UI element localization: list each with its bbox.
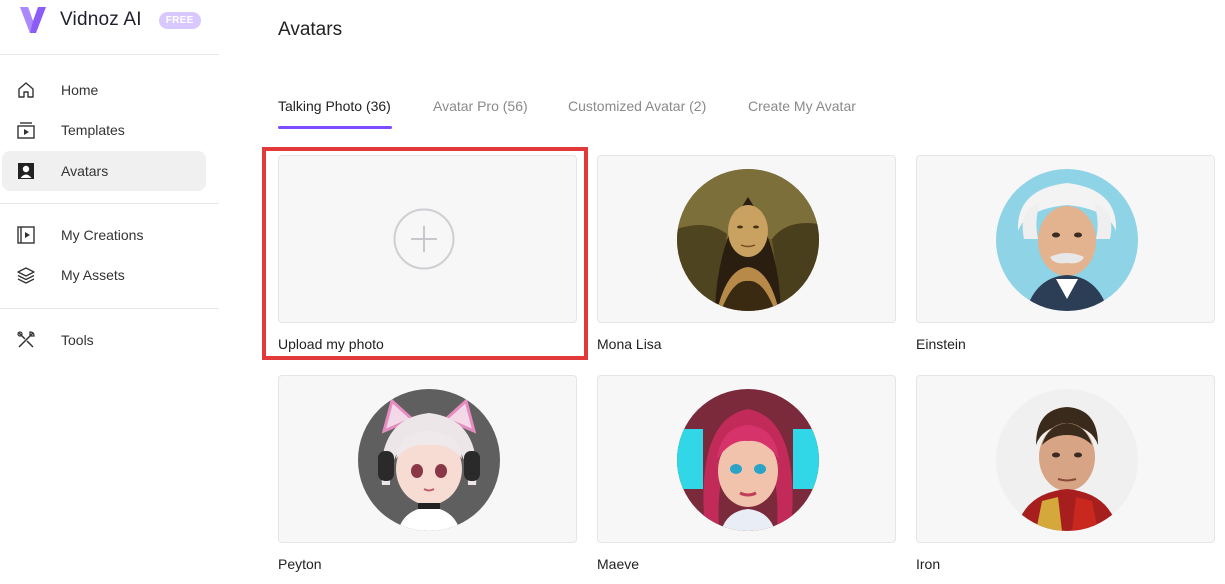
sidebar-item-avatars[interactable]: Avatars — [2, 151, 206, 191]
card-label: Mona Lisa — [597, 336, 662, 352]
einstein-portrait — [996, 169, 1138, 311]
templates-icon — [17, 122, 35, 139]
plan-badge: FREE — [158, 11, 201, 29]
avatar-card-frame — [278, 375, 577, 543]
active-tab-indicator — [278, 126, 392, 129]
avatar-image — [677, 169, 819, 311]
sidebar-item-tools[interactable]: Tools — [2, 320, 206, 360]
iron-portrait — [996, 389, 1138, 531]
brand[interactable]: Vidnoz AI FREE — [17, 4, 201, 36]
divider — [0, 308, 219, 309]
sidebar-item-home[interactable]: Home — [2, 70, 206, 110]
tab-customized-avatar[interactable]: Customized Avatar (2) — [568, 98, 706, 114]
sidebar-item-label: My Assets — [61, 267, 125, 283]
page-title: Avatars — [278, 19, 343, 40]
avatar-icon — [18, 163, 34, 179]
sidebar-item-my-creations[interactable]: My Creations — [2, 215, 206, 255]
card-label: Iron — [916, 556, 941, 572]
sidebar-item-my-assets[interactable]: My Assets — [2, 255, 206, 295]
tab-label: Talking Photo (36) — [278, 98, 391, 114]
avatar-image — [358, 389, 500, 531]
sidebar-item-label: Templates — [61, 122, 125, 138]
avatar-card-frame — [916, 375, 1215, 543]
tab-avatar-pro[interactable]: Avatar Pro (56) — [433, 98, 528, 114]
play-icon — [17, 226, 35, 244]
peyton-portrait — [358, 389, 500, 531]
tools-icon — [17, 331, 35, 348]
sidebar-item-label: Home — [61, 82, 99, 98]
card-label: Einstein — [916, 336, 966, 352]
sidebar: Vidnoz AI FREE Home Templates Avatars My… — [0, 0, 219, 584]
sidebar-item-label: Avatars — [61, 163, 109, 179]
avatar-image — [996, 389, 1138, 531]
avatar-image — [996, 169, 1138, 311]
sidebar-item-label: Tools — [61, 332, 94, 348]
home-icon — [18, 82, 34, 98]
avatar-card-frame — [916, 155, 1215, 323]
card-label: Peyton — [278, 556, 322, 572]
layers-icon — [17, 267, 35, 284]
avatar-card-frame — [597, 155, 896, 323]
tab-talking-photo[interactable]: Talking Photo (36) — [278, 98, 392, 129]
divider — [0, 54, 219, 55]
highlight-box — [262, 147, 588, 360]
divider — [0, 203, 219, 204]
sidebar-item-templates[interactable]: Templates — [2, 110, 206, 150]
avatar-image — [677, 389, 819, 531]
tab-create-my-avatar[interactable]: Create My Avatar — [748, 98, 856, 114]
brand-name: Vidnoz AI — [60, 9, 142, 30]
avatar-card-frame — [597, 375, 896, 543]
sidebar-item-label: My Creations — [61, 227, 144, 243]
mona-lisa-portrait — [677, 169, 819, 311]
vidnoz-logo-icon — [20, 7, 46, 33]
card-label: Maeve — [597, 556, 640, 572]
maeve-portrait — [677, 389, 819, 531]
